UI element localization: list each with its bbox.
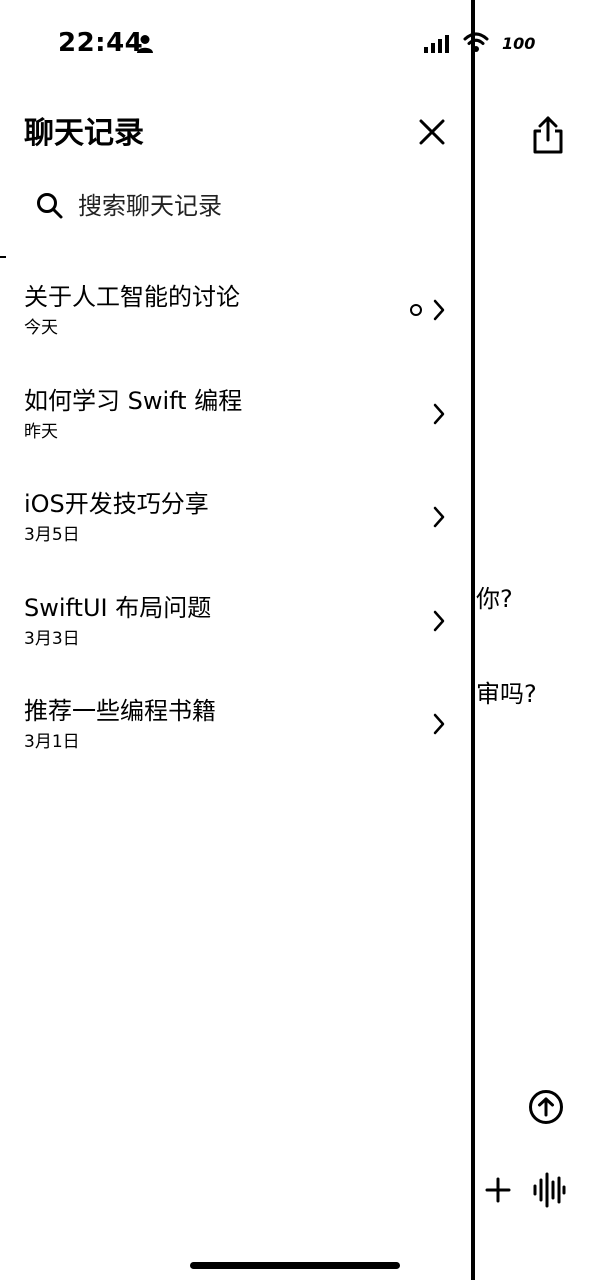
background-message-fragment: 审吗? bbox=[476, 680, 537, 708]
voice-input-button[interactable] bbox=[532, 1170, 566, 1210]
scroll-down-button[interactable] bbox=[528, 1089, 564, 1125]
status-bar: 22:44 100 bbox=[0, 0, 590, 90]
chevron-right-icon bbox=[433, 403, 445, 424]
voice-waveform-icon bbox=[533, 1172, 566, 1208]
status-time: 22:44 bbox=[58, 28, 144, 58]
close-icon bbox=[419, 119, 445, 145]
chat-title: 如何学习 Swift 编程 bbox=[24, 386, 243, 415]
chat-title: SwiftUI 布局问题 bbox=[24, 593, 212, 622]
share-icon bbox=[533, 116, 563, 154]
battery-level: 100 bbox=[502, 34, 536, 53]
plus-icon bbox=[485, 1177, 511, 1203]
wifi-icon bbox=[463, 32, 489, 52]
search-bar[interactable] bbox=[30, 184, 450, 228]
edge-marker bbox=[0, 256, 6, 258]
chat-date: 3月5日 bbox=[24, 525, 80, 545]
list-item[interactable]: 关于人工智能的讨论 今天 bbox=[24, 276, 454, 380]
panel-divider bbox=[471, 0, 475, 1280]
chat-date: 3月1日 bbox=[24, 732, 80, 752]
page-title: 聊天记录 bbox=[24, 116, 144, 151]
search-icon bbox=[37, 193, 63, 219]
list-item[interactable]: 推荐一些编程书籍 3月1日 bbox=[24, 690, 454, 794]
chat-title: iOS开发技巧分享 bbox=[24, 490, 209, 518]
chat-date: 昨天 bbox=[24, 421, 58, 442]
background-message-fragment: 你? bbox=[476, 585, 513, 613]
chat-date: 今天 bbox=[24, 318, 58, 338]
share-button[interactable] bbox=[526, 114, 570, 158]
close-button[interactable] bbox=[410, 112, 454, 156]
chat-date: 3月3日 bbox=[24, 628, 80, 649]
active-chat-indicator-icon bbox=[410, 304, 422, 316]
chevron-right-icon bbox=[433, 299, 445, 321]
home-indicator[interactable] bbox=[190, 1262, 400, 1269]
chevron-right-icon bbox=[433, 713, 445, 735]
chevron-right-icon bbox=[433, 610, 445, 631]
search-input[interactable] bbox=[78, 184, 438, 228]
list-item[interactable]: 如何学习 Swift 编程 昨天 bbox=[24, 380, 454, 484]
list-item[interactable]: iOS开发技巧分享 3月5日 bbox=[24, 483, 454, 587]
scroll-down-icon bbox=[529, 1090, 563, 1124]
signal-icon bbox=[424, 35, 449, 53]
add-attachment-button[interactable] bbox=[484, 1176, 512, 1204]
chat-title: 关于人工智能的讨论 bbox=[24, 283, 240, 311]
chat-title: 推荐一些编程书籍 bbox=[24, 697, 216, 725]
chevron-right-icon bbox=[433, 506, 445, 528]
chat-history-list: 关于人工智能的讨论 今天 如何学习 Swift 编程 昨天 iOS开发技巧分享 … bbox=[24, 276, 454, 794]
person-icon bbox=[137, 35, 153, 53]
list-item[interactable]: SwiftUI 布局问题 3月3日 bbox=[24, 587, 454, 691]
